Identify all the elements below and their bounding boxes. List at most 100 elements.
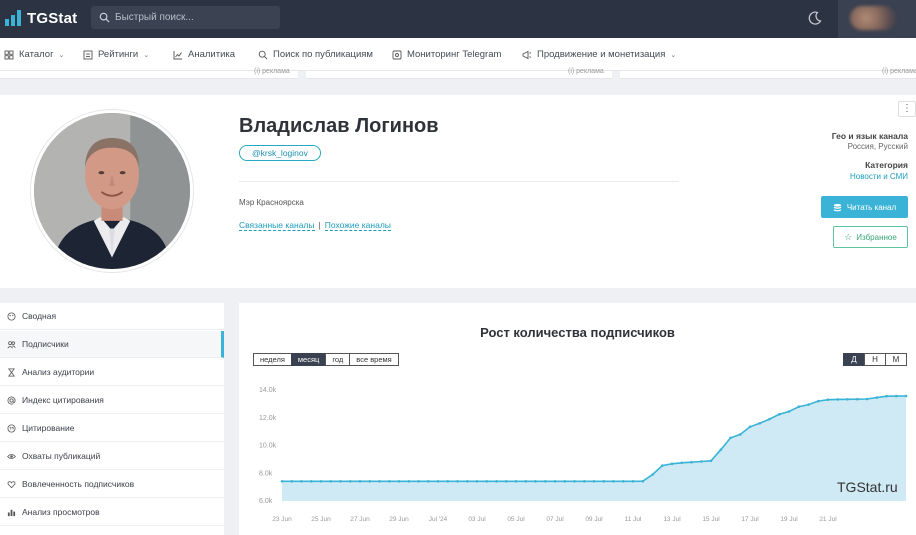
channel-profile: Владислав Логинов @krsk_loginov Мэр Крас… <box>0 95 916 288</box>
data-point <box>339 480 342 483</box>
tab-week[interactable]: неделя <box>253 353 292 366</box>
data-point <box>904 394 908 398</box>
bar-chart-icon <box>7 509 16 516</box>
tab-month-granularity[interactable]: М <box>885 353 907 366</box>
ad-label: (i) реклама <box>568 68 604 75</box>
dark-mode-moon-icon[interactable] <box>807 10 823 26</box>
menu-item-catalog[interactable]: Каталог ⌄ <box>4 49 64 60</box>
data-point <box>709 459 713 463</box>
sidebar-label: Цитирование <box>22 423 75 433</box>
data-point <box>466 480 469 483</box>
chart-line-icon <box>173 50 182 59</box>
data-point <box>768 417 771 421</box>
data-point <box>651 473 654 476</box>
data-point <box>349 480 352 483</box>
sidebar-item-subscribers[interactable]: Подписчики <box>0 331 224 358</box>
data-point <box>427 480 430 483</box>
menu-item-post-search[interactable]: Поиск по публикациям <box>258 49 373 60</box>
similar-channels-link[interactable]: Похожие каналы <box>324 220 391 231</box>
chart-title: Рост количества подписчиков <box>480 325 675 340</box>
data-point <box>680 461 684 465</box>
sidebar-label: Вовлеченность подписчиков <box>22 479 135 489</box>
ad-card[interactable]: (i) реклама <box>306 68 612 79</box>
read-channel-button[interactable]: Читать канал <box>821 196 908 218</box>
data-point <box>787 410 791 413</box>
menu-item-promotion[interactable]: Продвижение и монетизация ⌄ <box>522 49 676 60</box>
data-point <box>407 480 411 483</box>
data-point <box>719 448 723 451</box>
data-point <box>778 413 781 416</box>
x-tick-label: 11 Jul <box>625 516 642 523</box>
heart-icon <box>7 480 16 488</box>
data-point <box>495 480 498 483</box>
data-point <box>875 396 879 399</box>
chevron-down-icon: ⌄ <box>58 51 65 59</box>
sidebar-item-reach[interactable]: Охваты публикаций <box>0 443 224 470</box>
tab-day[interactable]: Д <box>843 353 865 366</box>
search-box[interactable] <box>91 6 280 29</box>
sidebar-item-summary[interactable]: Сводная <box>0 303 224 330</box>
read-channel-label: Читать канал <box>846 202 897 212</box>
menu-item-monitoring[interactable]: Мониторинг Telegram <box>392 49 501 60</box>
sidebar-item-engagement[interactable]: Вовлеченность подписчиков <box>0 471 224 498</box>
data-point <box>573 480 576 483</box>
data-point <box>456 480 459 483</box>
ad-cards-strip: (i) реклама (i) реклама (i) реклама <box>0 68 916 79</box>
x-tick-label: 19 Jul <box>780 516 798 523</box>
data-point <box>553 480 557 483</box>
sidebar-label: Охваты публикаций <box>22 451 101 461</box>
data-point <box>280 480 284 483</box>
menu-item-analytics[interactable]: Аналитика <box>173 49 235 60</box>
sidebar-label: Индекс цитирования <box>22 395 104 405</box>
related-channels-link[interactable]: Связанные каналы <box>239 220 315 231</box>
data-point <box>563 480 567 483</box>
tab-month[interactable]: месяц <box>290 353 327 366</box>
data-point <box>544 480 547 483</box>
at-icon <box>7 396 16 405</box>
chevron-down-icon: ⌄ <box>143 51 150 59</box>
sidebar-label: Сводная <box>22 311 57 321</box>
chevron-down-icon: ⌄ <box>670 51 677 59</box>
ad-label: (i) реклама <box>882 68 916 75</box>
sidebar-item-views[interactable]: Анализ просмотров <box>0 499 224 526</box>
monitor-icon <box>392 50 402 59</box>
search-input[interactable] <box>115 12 275 23</box>
sidebar-item-citation-index[interactable]: Индекс цитирования <box>0 387 224 414</box>
brand-name: TGStat <box>27 9 78 27</box>
sidebar-item-citations[interactable]: Цитирование <box>0 415 224 442</box>
menu-item-ratings[interactable]: Рейтинги ⌄ <box>83 49 149 60</box>
stats-sidebar: Сводная Подписчики Анализ аудитории Инде… <box>0 303 224 535</box>
search-icon <box>258 50 268 59</box>
portrait-image <box>34 113 190 269</box>
data-point <box>826 398 830 401</box>
data-point <box>388 480 391 483</box>
logo[interactable]: TGStat <box>4 9 77 27</box>
channel-handle-badge[interactable]: @krsk_loginov <box>239 145 321 161</box>
category-link[interactable]: Новости и СМИ <box>850 172 908 181</box>
divider <box>239 181 679 182</box>
more-options-icon[interactable]: ⋮ <box>898 101 916 117</box>
tab-week-granularity[interactable]: Н <box>864 353 886 366</box>
data-point <box>797 405 801 408</box>
menu-label: Рейтинги <box>98 49 139 60</box>
y-tick-label: 12.0k <box>259 415 277 422</box>
x-tick-label: 23 Jun <box>272 516 292 523</box>
data-point <box>505 480 508 483</box>
sidebar-item-audience[interactable]: Анализ аудитории <box>0 359 224 386</box>
data-point <box>329 480 333 483</box>
tab-year[interactable]: год <box>325 353 351 366</box>
tab-all-time[interactable]: все время <box>349 353 399 366</box>
x-tick-label: 03 Jul <box>468 516 486 523</box>
ad-label: (i) реклама <box>254 68 290 75</box>
ad-card[interactable]: (i) реклама <box>620 68 916 79</box>
favorite-button[interactable]: ☆ Избранное <box>833 226 908 248</box>
x-tick-label: 07 Jul <box>546 516 564 523</box>
data-point <box>739 433 742 436</box>
sidebar-label: Анализ просмотров <box>22 507 100 517</box>
user-avatar[interactable] <box>850 6 896 30</box>
link-separator: | <box>318 220 321 230</box>
user-menu[interactable] <box>838 0 916 38</box>
x-tick-label: 25 Jun <box>311 516 331 523</box>
ad-card[interactable]: (i) реклама <box>0 68 298 79</box>
chart-svg: 6.0k 8.0k 10.0k 12.0k 14.0k 23 Jun 25 Jun 27 Ju… <box>259 387 908 523</box>
